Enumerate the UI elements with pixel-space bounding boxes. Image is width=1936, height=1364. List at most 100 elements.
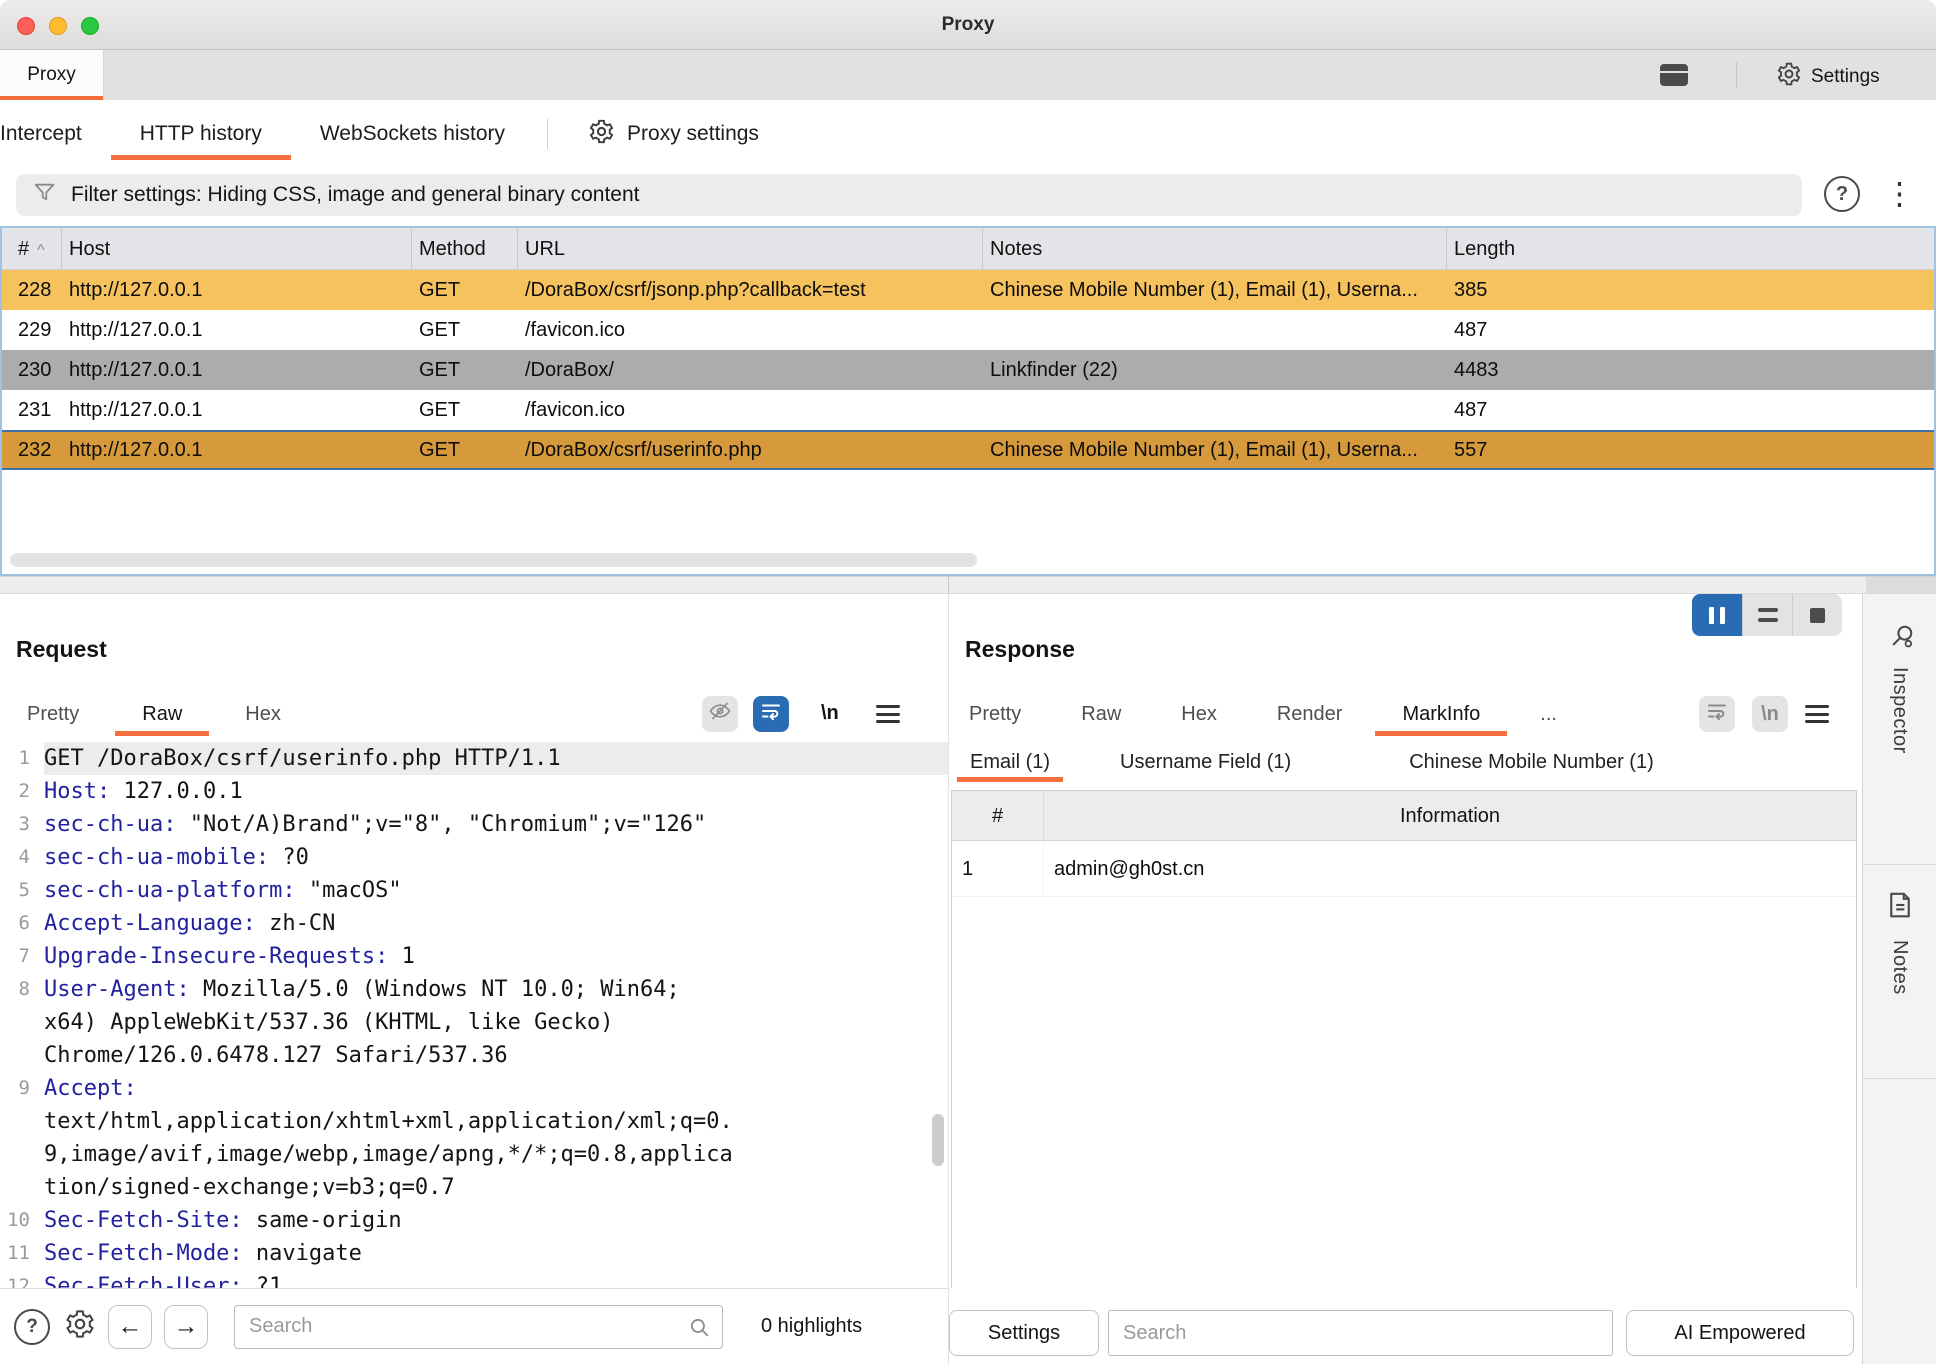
panel-splitter[interactable] [0,576,1936,594]
highlight-count: 0 highlights [761,1315,862,1338]
hide-highlights-button[interactable] [702,696,738,732]
cell-length: 385 [1447,270,1934,310]
tab-markinfo[interactable]: MarkInfo [1402,703,1480,726]
horizontal-scrollbar-thumb[interactable] [10,553,977,567]
column-header-length[interactable]: Length [1447,228,1934,269]
editor-menu-icon[interactable] [1805,705,1829,723]
settings-button[interactable]: Settings [1776,61,1880,93]
response-footer: Settings AI Empowered [949,1288,1862,1364]
tab-raw[interactable]: Raw [142,703,182,726]
history-row-229[interactable]: 229http://127.0.0.1GET/favicon.ico487 [2,310,1934,350]
tab-pretty[interactable]: Pretty [27,703,79,726]
cell-id: 232 [2,430,62,470]
inspector-icon [1883,622,1916,650]
column-header-index[interactable]: #^ [2,228,62,269]
column-header-information: Information [1044,791,1856,840]
line-number: 2 [0,775,38,808]
cell-id: 231 [2,390,62,430]
tab-hex[interactable]: Hex [245,703,281,726]
history-table-header: #^ Host Method URL Notes Length [2,228,1934,270]
previous-match-button[interactable]: ← [108,1305,152,1349]
line-number: 7 [0,940,38,973]
markinfo-row-1[interactable]: 1admin@gh0st.cn [952,841,1856,897]
cell-id: 229 [2,310,62,350]
cell-host: http://127.0.0.1 [62,390,412,430]
cell-url: /favicon.ico [518,390,983,430]
column-header-host[interactable]: Host [62,228,412,269]
response-search-input[interactable] [1109,1311,1612,1355]
column-header-notes[interactable]: Notes [983,228,1447,269]
window-title: Proxy [0,0,1936,50]
word-wrap-button[interactable] [1699,696,1735,732]
tab-render[interactable]: Render [1277,703,1343,726]
markinfo-row-information: admin@gh0st.cn [1044,841,1856,896]
cell-length: 557 [1447,430,1934,470]
request-line-1: 1GET /DoraBox/csrf/userinfo.php HTTP/1.1 [0,742,948,775]
subtab-divider [547,119,548,149]
tab-http-history[interactable]: HTTP history [140,122,262,146]
tab-username-field-1[interactable]: Username Field (1) [1120,751,1291,774]
ai-empowered-button[interactable]: AI Empowered [1626,1310,1854,1356]
tab-hex[interactable]: Hex [1181,703,1217,726]
tab-more[interactable]: ... [1540,703,1557,726]
column-header-index: # [952,791,1044,840]
tab-raw[interactable]: Raw [1081,703,1121,726]
settings-label: Settings [1811,66,1880,88]
kebab-menu-icon[interactable]: ⋮ [1884,171,1915,217]
help-icon[interactable]: ? [14,1309,50,1345]
history-row-232[interactable]: 232http://127.0.0.1GET/DoraBox/csrf/user… [2,430,1934,470]
proxy-window: Proxy Proxy Settings Intercept HTTP histo… [0,0,1936,1364]
intercept-controls [1692,594,1842,636]
request-line-12: 12Sec-Fetch-User: ?1 [0,1270,948,1288]
editor-menu-icon[interactable] [876,705,900,723]
request-title: Request [16,636,107,663]
splitter-handle[interactable] [1866,577,1936,593]
titlebar: Proxy [0,0,1936,50]
cell-length: 4483 [1447,350,1934,390]
tab-proxy-label: Proxy [27,64,76,86]
line-number: 4 [0,841,38,874]
stop-icon[interactable] [1792,594,1842,636]
column-header-url[interactable]: URL [518,228,983,269]
tab-email-1[interactable]: Email (1) [970,751,1050,774]
show-newlines-button[interactable]: \n [821,702,839,725]
column-header-method[interactable]: Method [412,228,518,269]
right-rail: Inspector Notes [1862,594,1936,1364]
rail-tab-notes[interactable]: Notes [1863,865,1936,1078]
cell-id: 228 [2,270,62,310]
line-number: 1 [0,742,38,775]
tab-proxy-settings[interactable]: Proxy settings [588,118,759,151]
tab-proxy[interactable]: Proxy [0,50,104,100]
vertical-scrollbar-thumb[interactable] [932,1114,944,1166]
response-search-box [1108,1310,1613,1356]
cell-url: /favicon.ico [518,310,983,350]
help-icon[interactable]: ? [1824,176,1860,212]
markinfo-settings-button[interactable]: Settings [949,1310,1099,1356]
history-row-230[interactable]: 230http://127.0.0.1GET/DoraBox/Linkfinde… [2,350,1934,390]
tab-intercept[interactable]: Intercept [0,122,82,146]
line-number: 9 [0,1072,38,1204]
queue-lines-icon[interactable] [1742,594,1792,636]
window-layout-icon[interactable] [1660,64,1688,86]
gear-icon [64,1308,96,1345]
message-editor-area: Request Pretty Raw Hex \n 1GET /DoraBox/cs… [0,594,1936,1364]
next-match-button[interactable]: → [164,1305,208,1349]
history-row-228[interactable]: 228http://127.0.0.1GET/DoraBox/csrf/json… [2,270,1934,310]
request-search-input[interactable] [235,1306,722,1348]
history-row-231[interactable]: 231http://127.0.0.1GET/favicon.ico487 [2,390,1934,430]
request-line-3: 3sec-ch-ua: "Not/A)Brand";v="8", "Chromi… [0,808,948,841]
line-number: 3 [0,808,38,841]
splitter-divider [948,577,949,593]
search-settings-button[interactable] [64,1308,96,1345]
line-number: 6 [0,907,38,940]
pause-icon[interactable] [1692,594,1742,636]
tab-websockets-history[interactable]: WebSockets history [320,122,505,146]
request-search-bar: ? ← → 0 highlights [0,1288,948,1364]
request-editor[interactable]: 1GET /DoraBox/csrf/userinfo.php HTTP/1.1… [0,742,948,1288]
filter-settings-bar[interactable]: Filter settings: Hiding CSS, image and g… [16,174,1802,216]
show-newlines-button[interactable]: \n [1752,696,1788,732]
rail-tab-inspector[interactable]: Inspector [1863,594,1936,864]
tab-pretty[interactable]: Pretty [969,703,1021,726]
tab-chinese-mobile-number-1[interactable]: Chinese Mobile Number (1) [1409,751,1654,774]
word-wrap-button[interactable] [753,696,789,732]
